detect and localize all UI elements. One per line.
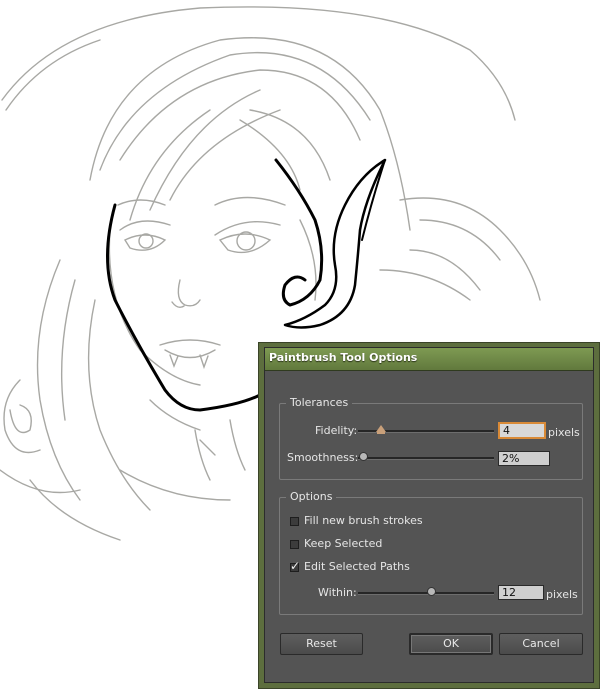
tolerances-group: Tolerances Fidelity: 4 pixels Smoothness… [279,396,583,480]
options-legend: Options [286,490,337,503]
tolerances-legend: Tolerances [286,396,353,409]
smoothness-label: Smoothness: [287,451,359,464]
keep-selected-checkbox[interactable] [290,540,299,549]
options-group: Options Fill new brush strokes Keep Sele… [279,490,583,615]
keep-selected-label[interactable]: Keep Selected [304,537,382,550]
smoothness-slider-track[interactable] [358,457,494,460]
smoothness-slider-thumb[interactable] [359,452,368,461]
fidelity-input[interactable]: 4 [498,422,546,439]
within-input[interactable]: 12 [498,585,544,600]
within-label: Within: [318,586,357,599]
ok-button[interactable]: OK [409,633,493,655]
fidelity-unit: pixels [548,426,580,439]
within-slider-thumb[interactable] [427,587,436,596]
dialog-frame: Paintbrush Tool Options Tolerances Fidel… [264,347,594,683]
reset-button[interactable]: Reset [280,633,363,655]
checkmark-icon: ✓ [290,559,301,573]
within-unit: pixels [546,588,578,601]
fidelity-label: Fidelity: [315,424,358,437]
smoothness-input[interactable]: 2% [498,451,550,466]
dialog-title: Paintbrush Tool Options [269,351,418,364]
paintbrush-tool-options-dialog: Paintbrush Tool Options Tolerances Fidel… [258,342,600,689]
cancel-button[interactable]: Cancel [499,633,583,655]
within-slider-track[interactable] [358,592,494,595]
fidelity-slider-thumb[interactable] [376,425,386,434]
fill-new-brush-strokes-checkbox[interactable] [290,517,299,526]
edit-selected-paths-checkbox[interactable]: ✓ [290,559,300,573]
edit-selected-paths-label[interactable]: Edit Selected Paths [304,560,410,573]
fill-new-brush-strokes-label[interactable]: Fill new brush strokes [304,514,423,527]
dialog-titlebar[interactable]: Paintbrush Tool Options [265,348,593,371]
